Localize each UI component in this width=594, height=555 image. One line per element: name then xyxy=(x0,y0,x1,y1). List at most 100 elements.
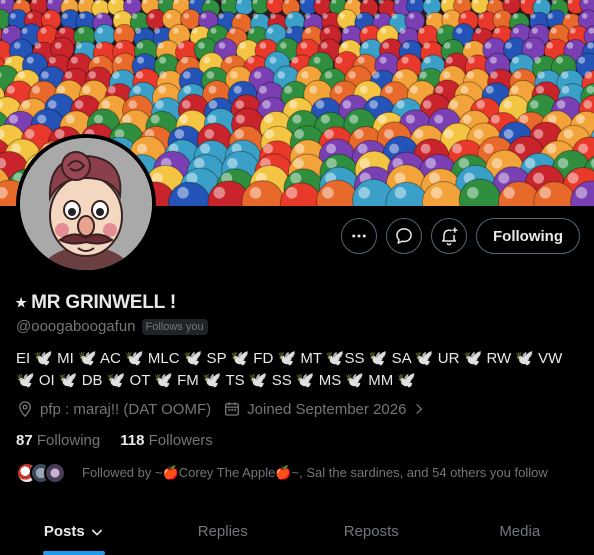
ball-highlight xyxy=(422,100,432,109)
ball-highlight xyxy=(183,13,190,19)
mutual-avatars xyxy=(16,462,66,484)
ball-highlight xyxy=(136,42,144,49)
ball-highlight xyxy=(132,85,141,94)
ball-highlight xyxy=(200,143,211,154)
ball-highlight xyxy=(294,143,305,154)
ball-highlight xyxy=(313,56,321,64)
ball-highlight xyxy=(533,172,544,184)
ball-highlight xyxy=(2,27,9,34)
ball-highlight xyxy=(380,27,387,34)
ball-highlight xyxy=(198,42,205,49)
followers-count[interactable]: 118 Followers xyxy=(120,432,213,449)
ball-highlight xyxy=(203,56,211,64)
ball-highlight xyxy=(78,27,85,34)
ball-highlight xyxy=(4,56,12,64)
ball-highlight xyxy=(339,13,346,19)
ball-highlight xyxy=(449,100,459,109)
ball-highlight xyxy=(503,187,515,199)
ball-highlight xyxy=(511,56,519,64)
ball-highlight xyxy=(466,71,475,79)
following-button[interactable]: Following xyxy=(476,218,580,254)
ball-highlight xyxy=(286,27,293,34)
ball-highlight xyxy=(359,85,368,94)
ball-highlight xyxy=(233,85,242,94)
profile-bio: EI 🕊️ MI 🕊️ AC 🕊️ MLC 🕊️ SP 🕊️ FD 🕊️ MT … xyxy=(16,350,563,389)
notifications-button[interactable] xyxy=(431,218,468,254)
ball-highlight xyxy=(334,85,343,94)
following-count[interactable]: 87 Following xyxy=(16,432,100,449)
ball-highlight xyxy=(546,42,553,49)
joined-date[interactable]: Joined September 2026 xyxy=(223,400,426,418)
handle: @ooogaboogafun xyxy=(16,318,136,335)
ball-highlight xyxy=(485,85,494,94)
ball-highlight xyxy=(44,13,51,19)
ball-highlight xyxy=(402,42,410,49)
bell-plus-icon xyxy=(442,227,458,246)
ball-highlight xyxy=(423,56,431,64)
follow-counts: 87 Following 118 Followers xyxy=(16,432,213,449)
joined-text: Joined September 2026 xyxy=(247,400,407,418)
chevron-right-icon xyxy=(416,403,423,415)
ball-highlight xyxy=(300,42,308,49)
ball-highlight xyxy=(82,85,91,94)
more-button[interactable] xyxy=(341,218,378,254)
ball-highlight xyxy=(40,27,47,34)
ball-highlight xyxy=(505,42,512,49)
profile-avatar[interactable] xyxy=(16,134,156,274)
ball-highlight xyxy=(395,71,404,79)
ball-highlight xyxy=(96,13,103,19)
ball-highlight xyxy=(247,56,255,64)
ball-highlight xyxy=(270,13,276,19)
ball-highlight xyxy=(394,172,406,184)
ball-highlight xyxy=(467,187,479,199)
ball-highlight xyxy=(285,187,298,199)
tab-media[interactable]: Media xyxy=(446,508,594,555)
ball-highlight xyxy=(204,129,215,139)
message-button[interactable] xyxy=(386,218,423,254)
ball-highlight xyxy=(460,85,469,94)
ball-highlight xyxy=(442,71,451,79)
ball-highlight xyxy=(525,42,533,49)
ball-highlight xyxy=(524,158,536,169)
tab-reposts[interactable]: Reposts xyxy=(297,508,446,555)
ball-highlight xyxy=(172,27,179,34)
ball-highlight xyxy=(515,143,526,154)
ball-highlight xyxy=(320,114,330,124)
ball-highlight xyxy=(362,42,369,49)
ball-highlight xyxy=(426,13,432,19)
ball-highlight xyxy=(179,114,189,124)
ball-highlight xyxy=(269,56,277,64)
ball-highlight xyxy=(418,27,425,34)
tab-replies[interactable]: Replies xyxy=(149,508,298,555)
ball-highlight xyxy=(503,129,514,139)
ball-highlight xyxy=(37,114,47,124)
tab-media-label: Media xyxy=(499,523,541,540)
followed-by-row[interactable]: Followed by ~🍎Corey The Apple🍎~, Sal the… xyxy=(16,462,548,484)
ball-highlight xyxy=(342,27,349,34)
ball-highlight xyxy=(293,158,304,169)
ball-highlight xyxy=(566,42,574,49)
ball-highlight xyxy=(341,42,349,49)
ball-highlight xyxy=(584,71,593,79)
ball-highlight xyxy=(158,85,167,94)
ball-highlight xyxy=(476,100,486,109)
follows-you-badge: Follows you xyxy=(141,318,208,335)
ball-highlight xyxy=(531,27,538,34)
ball-highlight xyxy=(489,56,497,64)
ball-highlight xyxy=(434,114,444,124)
ball-highlight xyxy=(357,143,368,154)
ball-highlight xyxy=(27,13,34,19)
ball-highlight xyxy=(93,56,100,64)
ball-highlight xyxy=(425,158,437,169)
ball-highlight xyxy=(563,129,574,139)
ball-highlight xyxy=(234,129,244,139)
tab-posts[interactable]: Posts xyxy=(0,508,149,555)
ball-highlight xyxy=(587,42,594,49)
ball-highlight xyxy=(79,13,86,19)
ball-highlight xyxy=(131,13,138,19)
ball-highlight xyxy=(490,71,498,79)
ball-highlight xyxy=(177,42,185,49)
ball-highlight xyxy=(135,71,144,79)
ball-highlight xyxy=(324,27,330,34)
location-pin-icon xyxy=(19,401,31,418)
